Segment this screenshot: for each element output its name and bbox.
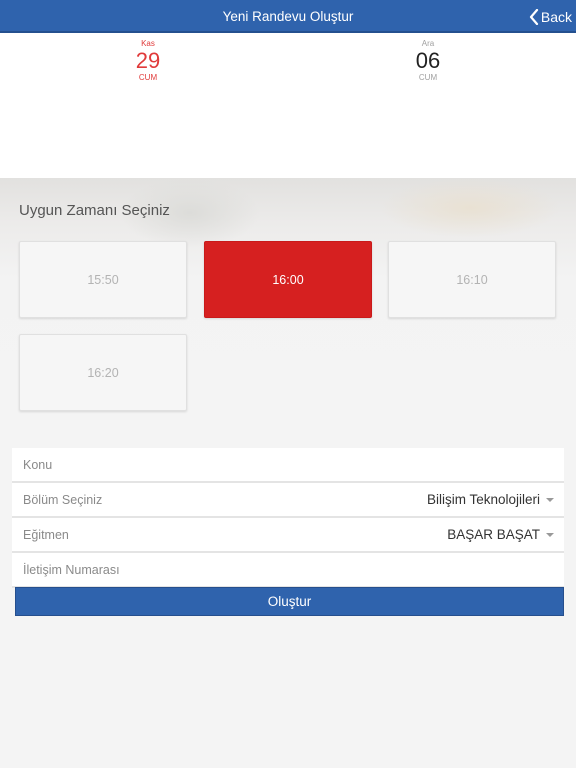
phone-placeholder: İletişim Numarası	[23, 562, 120, 577]
subject-field[interactable]: Konu	[12, 448, 564, 483]
subject-placeholder: Konu	[23, 457, 53, 472]
instructor-value: BAŞAR BAŞAT	[447, 527, 540, 542]
date-selector: Kas 29 CUM Ara 06 CUM	[0, 33, 576, 178]
caret-down-icon	[546, 497, 554, 502]
phone-field[interactable]: İletişim Numarası	[12, 553, 564, 588]
date-month: Ara	[421, 39, 435, 48]
department-value: Bilişim Teknolojileri	[426, 492, 540, 507]
time-slot[interactable]: 16:10	[388, 241, 556, 318]
date-day: 06	[415, 48, 441, 73]
navigation-bar: Yeni Randevu Oluştur Back	[0, 0, 576, 33]
section-title: Uygun Zamanı Seçiniz	[19, 202, 170, 219]
back-button[interactable]: Back	[529, 0, 572, 33]
department-label: Bölüm Seçiniz	[23, 492, 103, 507]
time-slot-selected[interactable]: 16:00	[204, 241, 372, 318]
time-slot[interactable]: 15:50	[19, 241, 187, 318]
instructor-label: Eğitmen	[23, 527, 69, 542]
date-weekday: CUM	[418, 73, 438, 82]
date-weekday: CUM	[138, 73, 158, 82]
time-selection-section: Uygun Zamanı Seçiniz 15:50 16:00 16:10 1…	[0, 178, 576, 428]
appointment-form: Konu Bölüm Seçiniz Bilişim Teknolojileri…	[12, 448, 564, 588]
department-select[interactable]: Bölüm Seçiniz Bilişim Teknolojileri	[12, 483, 564, 518]
page-title: Yeni Randevu Oluştur	[222, 9, 354, 24]
date-item[interactable]: Ara 06 CUM	[398, 39, 458, 82]
date-month: Kas	[141, 39, 155, 48]
instructor-select[interactable]: Eğitmen BAŞAR BAŞAT	[12, 518, 564, 553]
date-day: 29	[135, 48, 161, 73]
caret-down-icon	[546, 532, 554, 537]
create-button[interactable]: Oluştur	[15, 587, 564, 616]
date-item-selected[interactable]: Kas 29 CUM	[118, 39, 178, 82]
background-image	[380, 178, 560, 238]
chevron-left-icon	[529, 8, 538, 25]
time-slot[interactable]: 16:20	[19, 334, 187, 411]
back-label: Back	[540, 8, 572, 25]
